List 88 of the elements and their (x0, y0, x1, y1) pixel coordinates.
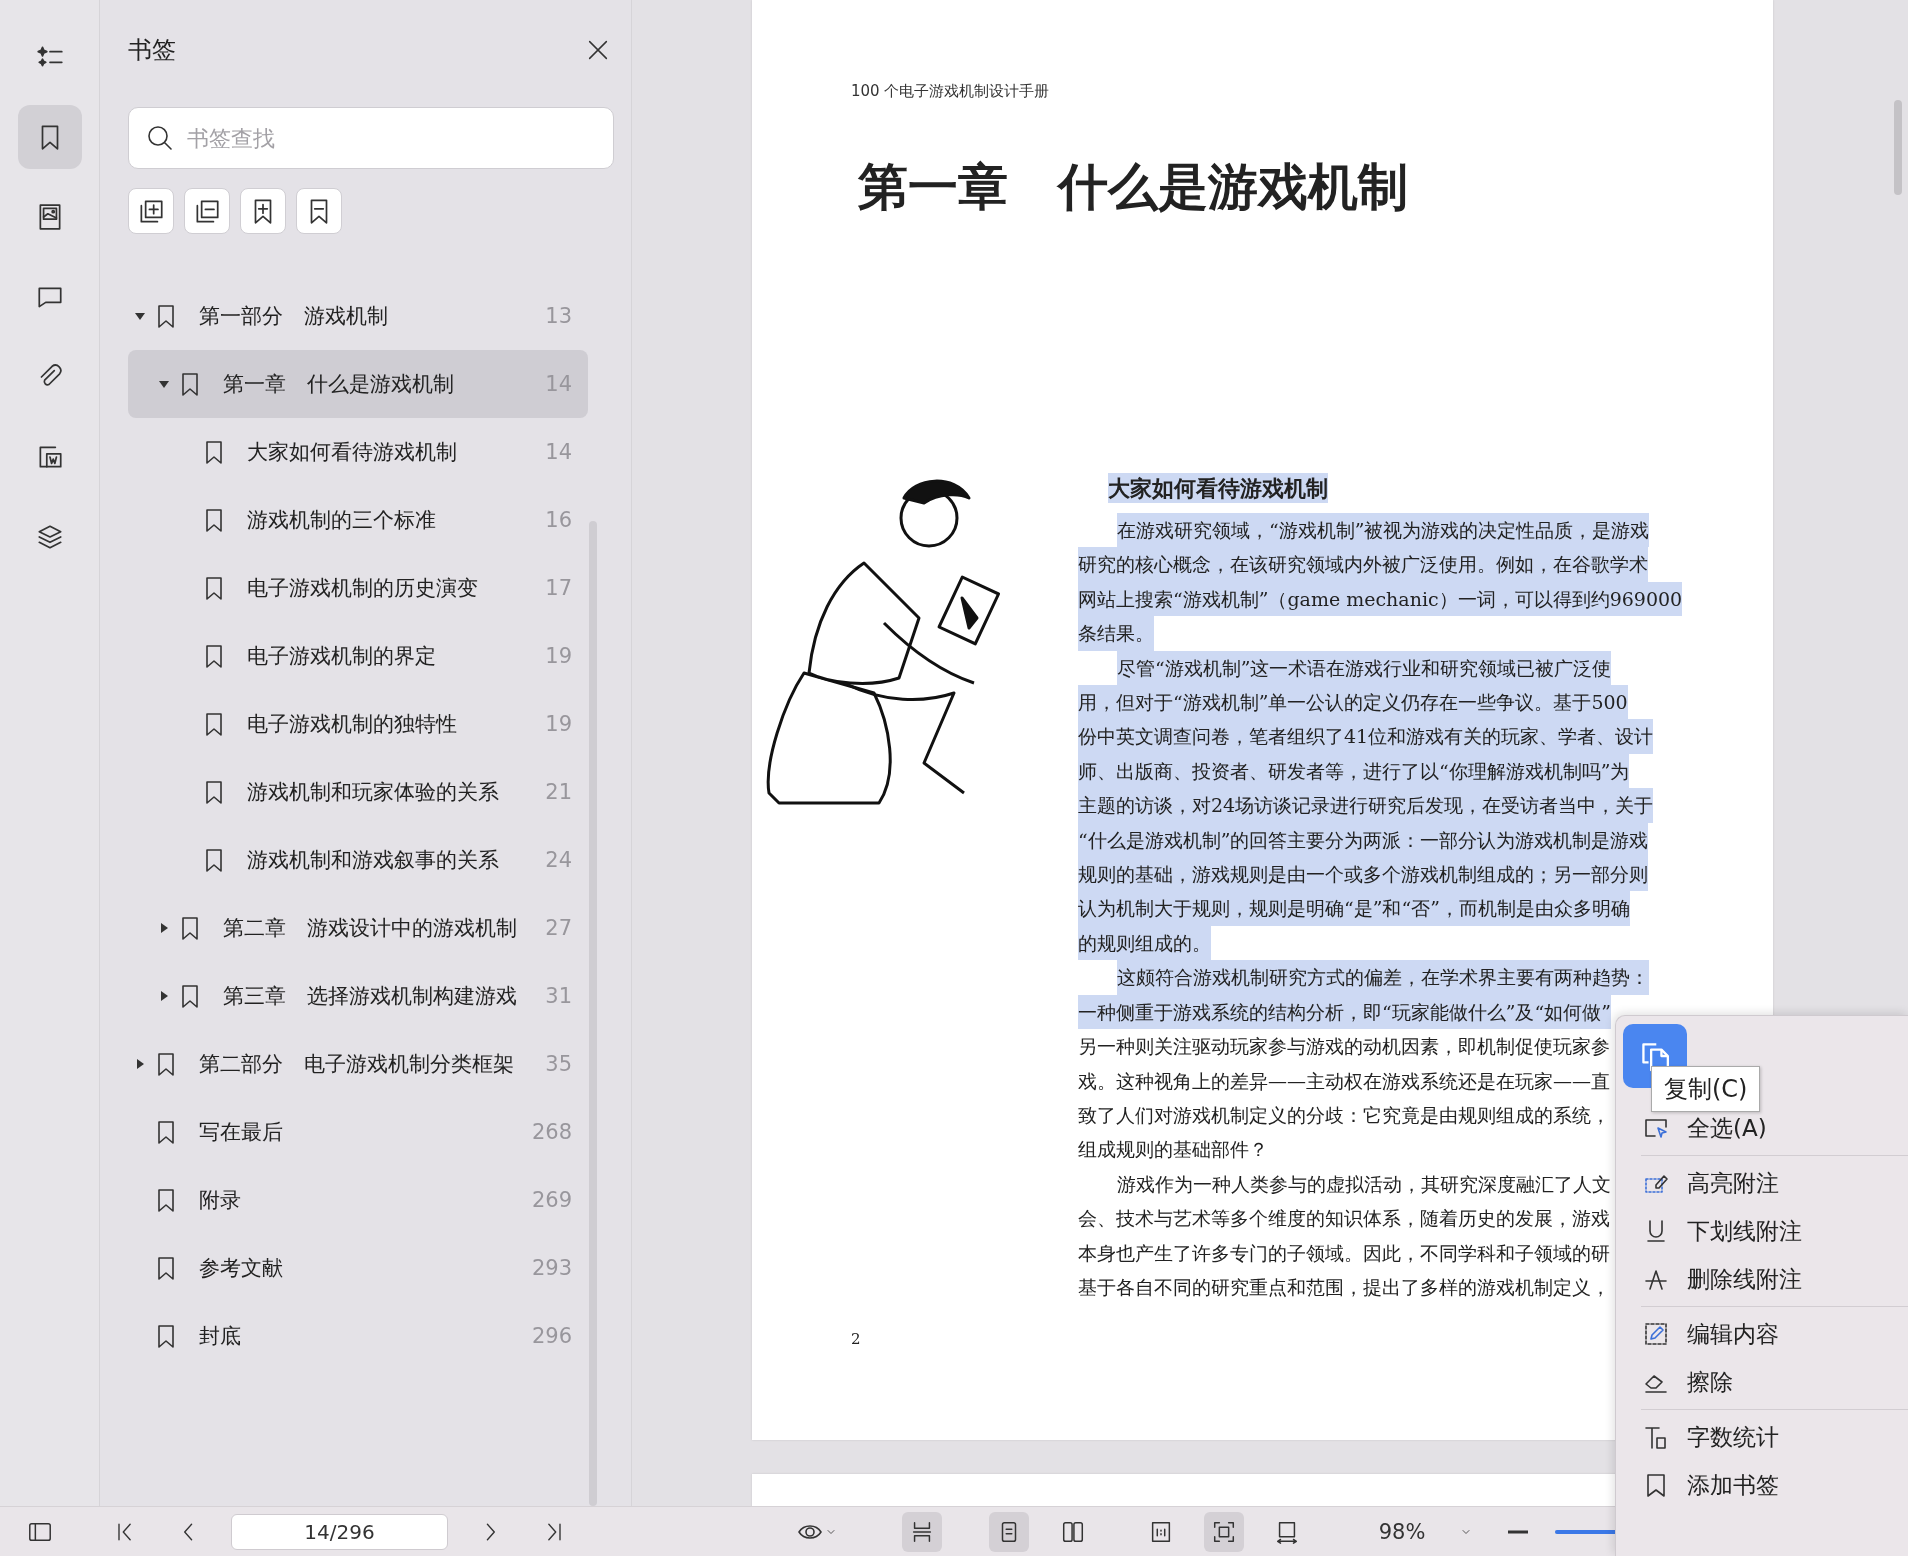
edit-icon (1642, 1320, 1670, 1348)
menu-item[interactable]: 添加书签 (1616, 1461, 1896, 1509)
text-line: 戏。这种视角上的差异——主动权在游戏系统还是在玩家——直 (1078, 1068, 1610, 1094)
bookmark-item[interactable]: 游戏机制和玩家体验的关系 21 (128, 758, 588, 826)
menu-item[interactable]: 下划线附注 (1616, 1207, 1896, 1255)
scrollbar-thumb[interactable] (1894, 100, 1902, 195)
bookmark-title: 第二部分 电子游戏机制分类框架 (199, 1051, 515, 1078)
search-icon (146, 124, 174, 152)
text-line: 游戏作为一种人类参与的虚拟活动，其研究深度融汇了人文 (1117, 1171, 1611, 1197)
bookmark-title: 游戏机制和玩家体验的关系 (247, 779, 500, 806)
zoom-level: 98% (1377, 1519, 1427, 1544)
bookmark-item[interactable]: 电子游戏机制的历史演变 17 (128, 554, 588, 622)
fit-height-button[interactable] (902, 1511, 942, 1552)
bookmark-title: 第一章 什么是游戏机制 (223, 371, 455, 398)
bookmark-item[interactable]: 第二部分 电子游戏机制分类框架 35 (128, 1030, 588, 1098)
page-number: 268 (531, 1119, 572, 1146)
page-number: 269 (531, 1187, 572, 1214)
minus-icon (1508, 1529, 1528, 1534)
single-page-button[interactable] (989, 1511, 1029, 1552)
search-field[interactable]: 书签查找 (128, 107, 614, 169)
rail-tab[interactable] (17, 105, 82, 169)
bookmark-item[interactable]: 附录 269 (128, 1166, 588, 1234)
bookmark-item[interactable]: 第二章 游戏设计中的游戏机制 27 (128, 894, 588, 962)
bookmark-item[interactable]: 第一部分 游戏机制 13 (128, 282, 588, 350)
menu-item[interactable]: 编辑内容 (1616, 1310, 1896, 1358)
bookmark-title: 第二章 游戏设计中的游戏机制 (223, 915, 518, 942)
chapter-title: 第一章 什么是游戏机制 (858, 157, 1408, 217)
page-number: 17 (545, 575, 572, 602)
remove-bookmark-button[interactable] (296, 188, 342, 234)
page-number: 16 (545, 507, 572, 534)
text-line: 会、技术与艺术等多个维度的知识体系，随着历史的发展，游戏 (1078, 1206, 1610, 1232)
page-number: 24 (545, 847, 572, 874)
bookmark-title: 游戏机制和游戏叙事的关系 (247, 847, 500, 874)
collapsed-triangle-icon[interactable] (158, 922, 170, 934)
bookmark-title: 电子游戏机制的独特性 (247, 711, 458, 738)
panel-title: 书签 (128, 35, 176, 66)
page-number: 19 (545, 643, 572, 670)
menu-item[interactable]: 删除线附注 (1616, 1255, 1896, 1303)
bookmark-item[interactable]: 游戏机制和游戏叙事的关系 24 (128, 826, 588, 894)
bookmark-item[interactable]: 第三章 选择游戏机制构建游戏 31 (128, 962, 588, 1030)
page-number: 27 (545, 915, 572, 942)
page-number: 21 (545, 779, 572, 806)
bookmark-item[interactable]: 游戏机制的三个标准 16 (128, 486, 588, 554)
menu-item[interactable]: 高亮附注 (1616, 1159, 1896, 1207)
bookmark-title: 电子游戏机制的历史演变 (247, 575, 479, 602)
page-number: 19 (545, 711, 572, 738)
bookmark-title: 参考文献 (199, 1255, 284, 1282)
collapsed-triangle-icon[interactable] (158, 990, 170, 1002)
expanded-triangle-icon[interactable] (134, 310, 146, 322)
menu-item[interactable]: 擦除 (1616, 1358, 1896, 1406)
bookmark-item[interactable]: 写在最后 268 (128, 1098, 588, 1166)
tooltip: 复制(C) (1651, 1066, 1761, 1112)
bookmark-title: 大家如何看待游戏机制 (247, 439, 458, 466)
page-field[interactable]: 14/296 (231, 1513, 448, 1550)
page-number: 14 (545, 439, 572, 466)
scrollbar-thumb[interactable] (589, 521, 597, 1506)
running-header: 100 个电子游戏机制设计手册 (851, 82, 1050, 101)
page-number: 31 (545, 983, 572, 1010)
text-line: 本身也产生了许多专门的子领域。因此，不同学科和子领域的研 (1078, 1240, 1610, 1266)
fit-page-button[interactable] (1204, 1511, 1244, 1552)
text-line: 基于各自不同的研究重点和范围，提出了多样的游戏机制定义， (1078, 1274, 1610, 1300)
bookmark-item[interactable]: 封底 296 (128, 1302, 588, 1370)
text-line: 组成规则的基础部件？ (1078, 1137, 1268, 1163)
bookmark-title: 第三章 选择游戏机制构建游戏 (223, 983, 518, 1010)
bookmark-item[interactable]: 电子游戏机制的界定 19 (128, 622, 588, 690)
bookmark-title: 封底 (199, 1323, 242, 1350)
add-child-bookmark-button[interactable] (128, 188, 174, 234)
add-bookmark-button[interactable] (240, 188, 286, 234)
bookmark-title: 写在最后 (199, 1119, 284, 1146)
bookmark-title: 第一部分 游戏机制 (199, 303, 389, 330)
page-number: 296 (531, 1323, 572, 1350)
section-heading: 大家如何看待游戏机制 (1108, 473, 1328, 503)
bookmark-item[interactable]: 电子游戏机制的独特性 19 (128, 690, 588, 758)
expanded-triangle-icon[interactable] (158, 378, 170, 390)
bookmark-title: 游戏机制的三个标准 (247, 507, 437, 534)
page-number: 13 (545, 303, 572, 330)
page-number: 2 (851, 1330, 861, 1349)
bookmark-item[interactable]: 参考文献 293 (128, 1234, 588, 1302)
collapsed-triangle-icon[interactable] (134, 1058, 146, 1070)
collapse-bookmarks-button[interactable] (184, 188, 230, 234)
menu-item[interactable]: 字数统计 (1616, 1413, 1896, 1461)
bookmark-item[interactable]: 大家如何看待游戏机制 14 (128, 418, 588, 486)
text-line: 另一种则关注驱动玩家参与游戏的动机因素，即机制促使玩家参 (1078, 1034, 1610, 1060)
page-number: 35 (545, 1051, 572, 1078)
page-number: 293 (531, 1255, 572, 1282)
bookmark-title: 电子游戏机制的界定 (247, 643, 437, 670)
text-line: 致了人们对游戏机制定义的分歧：它究竟是由规则组成的系统， (1078, 1102, 1610, 1128)
bookmark-title: 附录 (199, 1187, 242, 1214)
